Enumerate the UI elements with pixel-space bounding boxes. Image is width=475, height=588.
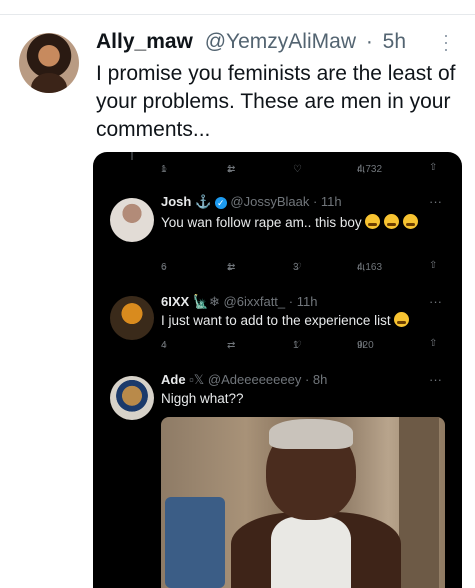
divider bbox=[0, 14, 475, 15]
post-time[interactable]: 5h bbox=[383, 30, 406, 53]
reply-display-name[interactable]: 6IXX bbox=[161, 294, 189, 309]
share-icon[interactable]: ⇧ bbox=[429, 162, 437, 173]
reply-handle[interactable]: @6ixxfatt_ bbox=[224, 294, 286, 309]
more-options-icon[interactable]: ··· bbox=[429, 294, 442, 309]
reply-time[interactable]: 8h bbox=[313, 372, 327, 387]
badge-icons: ▫𝕏 bbox=[189, 372, 205, 387]
reply-stats: ○ 6 ⇄ 1 ♡ 3 ılı 4,163 ⇧ bbox=[161, 260, 438, 273]
crying-emoji-icon bbox=[384, 214, 400, 229]
reply-time[interactable]: 11h bbox=[321, 194, 342, 209]
like-icon[interactable]: ♡ bbox=[293, 164, 302, 175]
reply-header: Ade ▫𝕏 @Adeeeeeeeey · 8h bbox=[161, 372, 328, 387]
reply-avatar[interactable] bbox=[110, 296, 154, 340]
badge-icons: 🗽❄ bbox=[192, 294, 220, 309]
time-separator: · bbox=[365, 30, 373, 53]
reply-display-name[interactable]: Ade bbox=[161, 372, 186, 387]
reply-handle[interactable]: @Adeeeeeeeey bbox=[208, 372, 301, 387]
crying-emoji-icon bbox=[402, 214, 418, 229]
reply-time[interactable]: 11h bbox=[297, 294, 318, 309]
reply-avatar[interactable] bbox=[110, 198, 154, 242]
more-options-icon[interactable]: ··· bbox=[429, 194, 442, 209]
top-tweet-stats: ○ 1 ⇄ 1 ♡ ılı 4,732 ⇧ bbox=[161, 162, 438, 175]
reply-text: You wan follow rape am.. this boy bbox=[161, 214, 441, 232]
reply-display-name[interactable]: Josh bbox=[161, 194, 191, 209]
post-text: I promise you feminists are the least of… bbox=[96, 62, 456, 141]
crying-emoji-icon bbox=[365, 214, 381, 229]
embedded-screenshot[interactable]: ○ 1 ⇄ 1 ♡ ılı 4,732 ⇧ Josh ⚓ ✓ @JossyBla… bbox=[93, 152, 462, 588]
reply-text: I just want to add to the experience lis… bbox=[161, 312, 441, 330]
reply-avatar[interactable] bbox=[110, 376, 154, 420]
badge-icons: ⚓ bbox=[194, 194, 212, 209]
author-display-name[interactable]: Ally_maw bbox=[96, 30, 193, 53]
reply-handle[interactable]: @JossyBlaak bbox=[230, 194, 309, 209]
more-options-icon[interactable]: ··· bbox=[443, 26, 449, 58]
reply-header: Josh ⚓ ✓ @JossyBlaak · 11h bbox=[161, 194, 342, 209]
disappointed-emoji-icon bbox=[394, 312, 410, 327]
more-options-icon[interactable]: ··· bbox=[429, 372, 442, 387]
post-header: Ally_maw @YemzyAliMaw · 5h bbox=[96, 30, 406, 54]
retweet-icon[interactable]: ⇄ bbox=[227, 340, 235, 351]
author-handle[interactable]: @YemzyAliMaw bbox=[205, 30, 356, 53]
share-icon[interactable]: ⇧ bbox=[429, 338, 437, 349]
reply-stats: ○ 4 ⇄ ♡ 1 ılı 920 ⇧ bbox=[161, 338, 438, 351]
share-icon[interactable]: ⇧ bbox=[429, 260, 437, 271]
reply-image[interactable] bbox=[161, 417, 445, 588]
verified-badge-icon: ✓ bbox=[214, 197, 227, 209]
thread-line bbox=[131, 152, 133, 160]
author-avatar[interactable] bbox=[19, 33, 79, 93]
reply-header: 6IXX 🗽❄ @6ixxfatt_ · 11h bbox=[161, 294, 318, 309]
reply-text: Niggh what?? bbox=[161, 391, 244, 406]
